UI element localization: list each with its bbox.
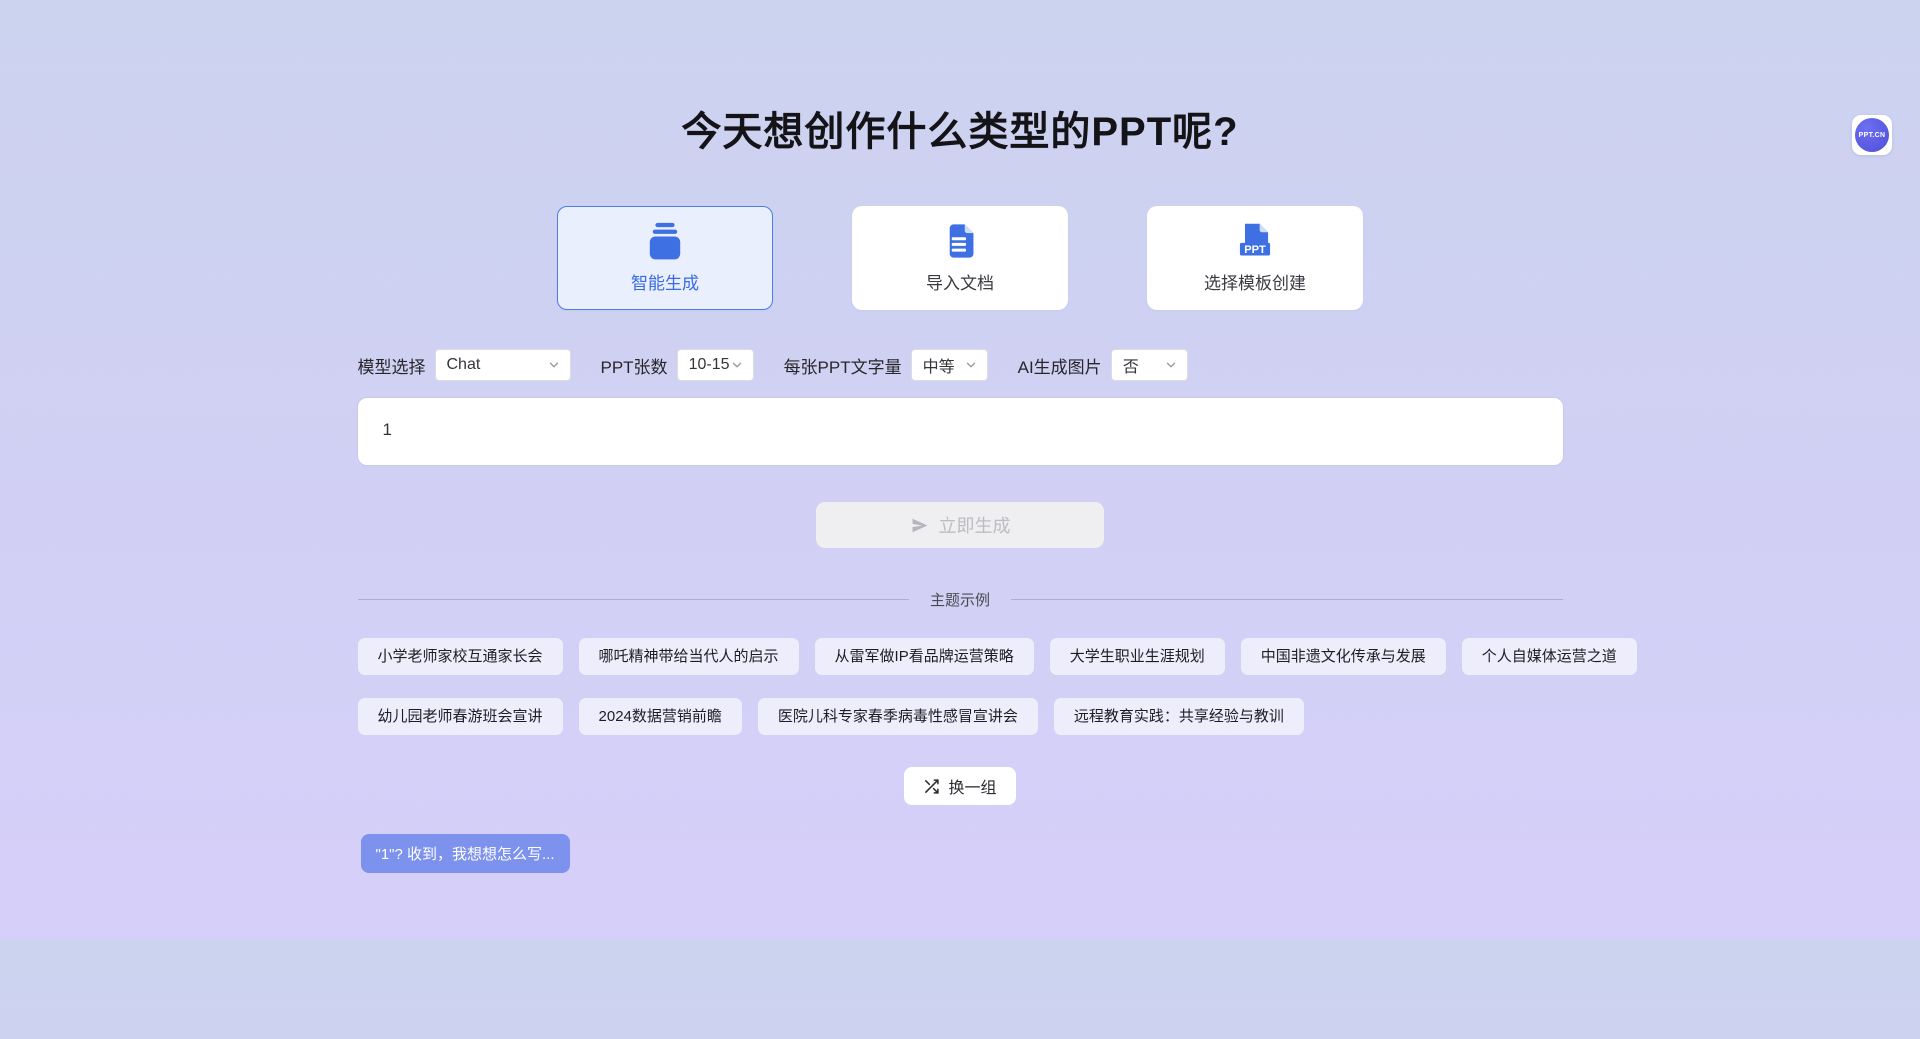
shuffle-row: 换一组 bbox=[358, 767, 1563, 805]
topic-chip[interactable]: 哪吒精神带给当代人的启示 bbox=[579, 638, 799, 675]
svg-text:PPT: PPT bbox=[1244, 244, 1266, 256]
model-select[interactable]: Chat bbox=[435, 349, 571, 381]
card-label: 导入文档 bbox=[926, 269, 994, 294]
layers-stack-icon bbox=[645, 222, 685, 260]
pptcn-logo[interactable]: PPT.CN bbox=[1852, 115, 1892, 155]
model-select-label: 模型选择 bbox=[358, 353, 426, 378]
page-title: 今天想创作什么类型的PPT呢? bbox=[358, 99, 1563, 157]
assistant-bubble: "1"? 收到，我想想怎么写... bbox=[361, 834, 570, 873]
generate-button-label: 立即生成 bbox=[939, 512, 1011, 538]
generate-row: 立即生成 bbox=[358, 502, 1563, 548]
examples-divider-label: 主题示例 bbox=[930, 589, 990, 610]
topic-chip[interactable]: 个人自媒体运营之道 bbox=[1462, 638, 1637, 675]
card-label: 选择模板创建 bbox=[1204, 269, 1306, 294]
option-group-model: 模型选择 Chat bbox=[358, 349, 571, 381]
topic-chip[interactable]: 2024数据营销前瞻 bbox=[579, 698, 742, 735]
chevron-down-icon bbox=[964, 358, 978, 372]
chevron-down-icon bbox=[730, 358, 744, 372]
bubble-anchor: "1"? 收到，我想想怎么写... bbox=[358, 834, 1563, 870]
card-smart-generate[interactable]: 智能生成 bbox=[557, 206, 773, 310]
slide-count-select[interactable]: 10-15 bbox=[677, 349, 754, 381]
slide-count-value: 10-15 bbox=[689, 356, 730, 374]
options-row: 模型选择 Chat PPT张数 10-15 每张PPT文字量 中等 AI生成图片 bbox=[358, 349, 1563, 381]
model-select-value: Chat bbox=[447, 356, 481, 374]
prompt-wrap: 1 bbox=[358, 398, 1563, 465]
topic-chip[interactable]: 幼儿园老师春游班会宣讲 bbox=[358, 698, 563, 735]
option-group-ai-image: AI生成图片 否 bbox=[1018, 349, 1188, 381]
pptcn-logo-circle: PPT.CN bbox=[1855, 118, 1889, 152]
divider-line-left bbox=[358, 599, 910, 600]
examples-divider: 主题示例 bbox=[358, 589, 1563, 610]
topic-chips-row-1: 小学老师家校互通家长会 哪吒精神带给当代人的启示 从雷军做IP看品牌运营策略 大… bbox=[358, 638, 1563, 675]
shuffle-button[interactable]: 换一组 bbox=[904, 767, 1015, 805]
topic-chip[interactable]: 中国非遗文化传承与发展 bbox=[1241, 638, 1446, 675]
slide-count-label: PPT张数 bbox=[601, 353, 668, 378]
topic-chip[interactable]: 医院儿科专家春季病毒性感冒宣讲会 bbox=[758, 698, 1038, 735]
ai-image-value: 否 bbox=[1123, 353, 1139, 377]
document-icon bbox=[941, 222, 979, 260]
type-cards-row: 智能生成 导入文档 PPT 选择模板创建 bbox=[358, 206, 1563, 310]
card-label: 智能生成 bbox=[631, 269, 699, 294]
topic-chips-row-2: 幼儿园老师春游班会宣讲 2024数据营销前瞻 医院儿科专家春季病毒性感冒宣讲会 … bbox=[358, 698, 1563, 735]
divider-line-right bbox=[1011, 599, 1563, 600]
chevron-down-icon bbox=[547, 358, 561, 372]
card-import-document[interactable]: 导入文档 bbox=[852, 206, 1068, 310]
prompt-input[interactable]: 1 bbox=[358, 398, 1563, 465]
ai-image-label: AI生成图片 bbox=[1018, 353, 1102, 378]
ppt-file-icon: PPT bbox=[1235, 222, 1275, 260]
generate-button[interactable]: 立即生成 bbox=[816, 502, 1104, 548]
topic-chip[interactable]: 远程教育实践：共享经验与教训 bbox=[1054, 698, 1304, 735]
shuffle-button-label: 换一组 bbox=[948, 774, 996, 798]
topic-chip[interactable]: 大学生职业生涯规划 bbox=[1050, 638, 1225, 675]
pptcn-logo-text: PPT.CN bbox=[1859, 132, 1886, 139]
ai-image-select[interactable]: 否 bbox=[1111, 349, 1188, 381]
shuffle-icon bbox=[923, 778, 940, 795]
option-group-slide-count: PPT张数 10-15 bbox=[601, 349, 754, 381]
text-amount-label: 每张PPT文字量 bbox=[784, 353, 902, 378]
topic-chip[interactable]: 从雷军做IP看品牌运营策略 bbox=[815, 638, 1034, 675]
text-amount-value: 中等 bbox=[923, 353, 955, 377]
topic-chip[interactable]: 小学老师家校互通家长会 bbox=[358, 638, 563, 675]
chevron-down-icon bbox=[1164, 358, 1178, 372]
card-template-create[interactable]: PPT 选择模板创建 bbox=[1147, 206, 1363, 310]
text-amount-select[interactable]: 中等 bbox=[911, 349, 988, 381]
paper-plane-icon bbox=[910, 516, 929, 535]
option-group-text-amount: 每张PPT文字量 中等 bbox=[784, 349, 988, 381]
